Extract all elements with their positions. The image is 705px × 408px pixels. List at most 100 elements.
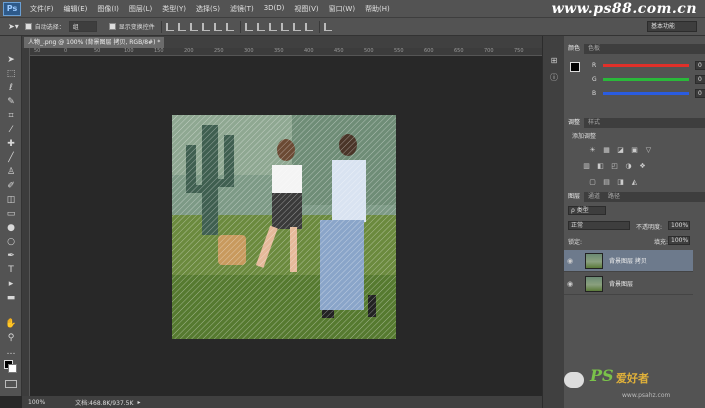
photo-filter-icon[interactable]: ◑ <box>624 162 633 170</box>
dodge-tool-icon[interactable]: ○ <box>4 236 18 248</box>
align-hcenter-icon[interactable] <box>213 22 222 31</box>
layer-row[interactable]: ◉ 背景图层 拷贝 <box>564 250 693 272</box>
green-value[interactable]: 0 <box>695 74 705 84</box>
eye-icon[interactable]: ◉ <box>567 280 577 288</box>
exposure-icon[interactable]: ▣ <box>630 146 639 154</box>
zoom-tool-icon[interactable]: ⚲ <box>4 332 18 344</box>
layer-row[interactable]: ◉ 背景图层 <box>564 273 693 295</box>
tab-adjustments[interactable]: 调整 <box>564 118 585 128</box>
fill-field[interactable]: 100% <box>668 236 690 245</box>
green-slider[interactable] <box>603 77 689 81</box>
menu-item[interactable]: 滤镜(T) <box>225 4 259 14</box>
eye-icon[interactable]: ◉ <box>567 257 577 265</box>
menu-item[interactable]: 帮助(H) <box>360 4 395 14</box>
ruler-tick-label: 450 <box>334 48 344 54</box>
info-icon[interactable]: ⓘ <box>548 72 560 82</box>
history-icon[interactable]: ⊞ <box>548 56 560 66</box>
move-tool-icon[interactable]: ➤▾ <box>8 22 19 31</box>
menu-item[interactable]: 类型(Y) <box>157 4 191 14</box>
menu-item[interactable]: 图像(I) <box>92 4 124 14</box>
channel-mixer-icon[interactable]: ❖ <box>638 162 647 170</box>
shape-tool-icon[interactable]: ▬ <box>4 292 18 304</box>
brightness-icon[interactable]: ☀ <box>588 146 597 154</box>
auto-select-dropdown[interactable]: 组 <box>68 21 97 32</box>
blur-tool-icon[interactable]: ● <box>4 222 18 234</box>
distribute-top-icon[interactable] <box>244 22 253 31</box>
workspace-dropdown[interactable]: 基本功能 <box>647 21 697 32</box>
align-left-icon[interactable] <box>201 22 210 31</box>
levels-icon[interactable]: ▦ <box>602 146 611 154</box>
blue-value[interactable]: 0 <box>695 88 705 98</box>
invert-icon[interactable]: ▢ <box>588 178 597 186</box>
auto-align-icon[interactable] <box>323 22 332 31</box>
layer-name[interactable]: 背景图层 拷贝 <box>609 256 647 265</box>
menu-item[interactable]: 文件(F) <box>25 4 59 14</box>
quick-mask-icon[interactable] <box>5 380 17 388</box>
align-right-icon[interactable] <box>225 22 234 31</box>
eyedropper-tool-icon[interactable]: ⁄ <box>4 124 18 136</box>
menu-item[interactable]: 视图(V) <box>289 4 323 14</box>
bw-icon[interactable]: ◰ <box>610 162 619 170</box>
document-tab[interactable]: 人物_.png @ 100% (背景图层 拷贝, RGB/8#) * <box>24 37 165 48</box>
curves-icon[interactable]: ◪ <box>616 146 625 154</box>
eraser-tool-icon[interactable]: ◫ <box>4 194 18 206</box>
auto-select-checkbox[interactable] <box>24 23 32 30</box>
align-vcenter-icon[interactable] <box>177 22 186 31</box>
tab-channels[interactable]: 通道 <box>584 192 604 202</box>
path-select-tool-icon[interactable]: ▸ <box>4 278 18 290</box>
distribute-vcenter-icon[interactable] <box>256 22 265 31</box>
hand-tool-icon[interactable]: ✋ <box>4 318 18 330</box>
tab-layers[interactable]: 图层 <box>564 192 585 202</box>
menu-item[interactable]: 选择(S) <box>191 4 225 14</box>
distribute-left-icon[interactable] <box>280 22 289 31</box>
red-slider[interactable] <box>603 63 689 67</box>
fg-color-swatch[interactable] <box>570 62 580 72</box>
zoom-level[interactable]: 100% <box>28 399 45 406</box>
color-balance-icon[interactable]: ◧ <box>596 162 605 170</box>
show-transform-checkbox[interactable] <box>108 23 116 30</box>
tab-styles[interactable]: 样式 <box>584 118 604 128</box>
posterize-icon[interactable]: ▤ <box>602 178 611 186</box>
menu-item[interactable]: 窗口(W) <box>324 4 360 14</box>
tab-color[interactable]: 颜色 <box>564 44 585 54</box>
blue-slider[interactable] <box>603 91 689 95</box>
healing-brush-tool-icon[interactable]: ✚ <box>4 138 18 150</box>
site-watermark: www.ps88.com.cn <box>551 1 697 17</box>
distribute-hcenter-icon[interactable] <box>292 22 301 31</box>
main-menu: 文件(F) 编辑(E) 图像(I) 图层(L) 类型(Y) 选择(S) 滤镜(T) 3D(D)… <box>25 4 395 14</box>
align-bottom-icon[interactable] <box>189 22 198 31</box>
more-tools-icon[interactable]: … <box>4 346 18 358</box>
layer-name[interactable]: 背景图层 <box>609 279 633 288</box>
marquee-tool-icon[interactable]: ⬚ <box>4 68 18 80</box>
gradient-map-icon[interactable]: ◭ <box>630 178 639 186</box>
brush-tool-icon[interactable]: ╱ <box>4 152 18 164</box>
status-arrow-icon[interactable]: ▸ <box>137 399 140 406</box>
menu-item[interactable]: 图层(L) <box>124 4 157 14</box>
layer-kind-filter[interactable]: ρ 类型 <box>568 206 606 215</box>
lasso-tool-icon[interactable]: ℓ <box>4 82 18 94</box>
red-value[interactable]: 0 <box>695 60 705 70</box>
clone-stamp-tool-icon[interactable]: ♙ <box>4 166 18 178</box>
tab-paths[interactable]: 路径 <box>604 192 624 202</box>
crop-tool-icon[interactable]: ⌗ <box>4 110 18 122</box>
quick-select-tool-icon[interactable]: ✎ <box>4 96 18 108</box>
menu-item[interactable]: 编辑(E) <box>59 4 93 14</box>
opacity-field[interactable]: 100% <box>668 221 690 230</box>
blend-mode-dropdown[interactable]: 正常 <box>568 221 630 230</box>
document-image[interactable] <box>172 115 396 339</box>
history-brush-tool-icon[interactable]: ✐ <box>4 180 18 192</box>
menu-item[interactable]: 3D(D) <box>259 4 290 14</box>
tab-swatches[interactable]: 色板 <box>584 44 604 54</box>
gradient-tool-icon[interactable]: ▭ <box>4 208 18 220</box>
background-color[interactable] <box>8 364 17 373</box>
move-tool-icon[interactable]: ➤ <box>4 54 18 66</box>
align-top-icon[interactable] <box>165 22 174 31</box>
hue-sat-icon[interactable]: ▥ <box>582 162 591 170</box>
vibrance-icon[interactable]: ▽ <box>644 146 653 154</box>
threshold-icon[interactable]: ◨ <box>616 178 625 186</box>
divider <box>318 20 320 33</box>
type-tool-icon[interactable]: T <box>4 264 18 276</box>
distribute-right-icon[interactable] <box>304 22 313 31</box>
pen-tool-icon[interactable]: ✒ <box>4 250 18 262</box>
distribute-bottom-icon[interactable] <box>268 22 277 31</box>
